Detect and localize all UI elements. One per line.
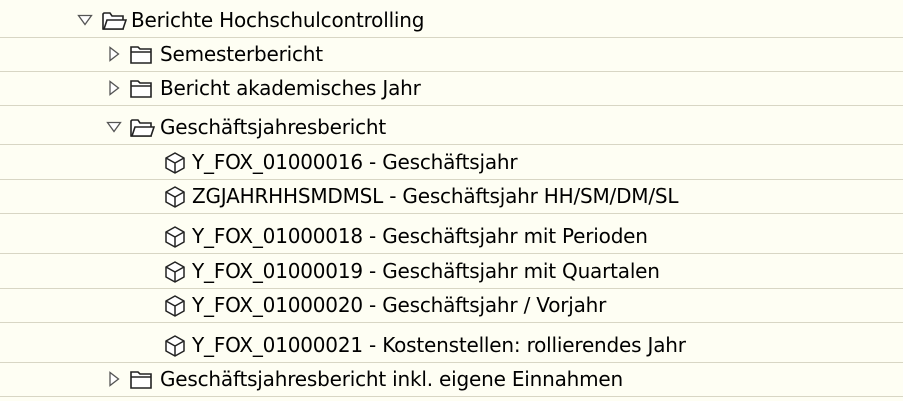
tree-node-bericht-akademisches-jahr[interactable]: Bericht akademisches Jahr <box>0 72 903 106</box>
tree-leaf-y-fox-01000020[interactable]: Y_FOX_01000020 - Geschäftsjahr / Vorjahr <box>0 289 903 323</box>
tree-leaf-label: Y_FOX_01000016 - Geschäftsjahr <box>192 150 518 174</box>
cube-icon <box>163 260 187 284</box>
collapsed-triangle-icon[interactable] <box>106 46 122 62</box>
tree-node-label: Semesterbericht <box>160 42 323 66</box>
tree-leaf-label: Y_FOX_01000019 - Geschäftsjahr mit Quart… <box>192 259 660 283</box>
tree-leaf-y-fox-01000019[interactable]: Y_FOX_01000019 - Geschäftsjahr mit Quart… <box>0 255 903 289</box>
tree-node-geschaeftsjahresbericht-inkl-einnahmen[interactable]: Geschäftsjahresbericht inkl. eigene Einn… <box>0 363 903 397</box>
folder-closed-icon <box>129 44 155 66</box>
report-tree: Berichte Hochschulcontrolling Semesterbe… <box>0 0 903 401</box>
cube-icon <box>163 225 187 249</box>
tree-node-label: Berichte Hochschulcontrolling <box>131 8 425 32</box>
folder-closed-icon <box>129 369 155 391</box>
collapsed-triangle-icon[interactable] <box>106 80 122 96</box>
cube-icon <box>163 294 187 318</box>
tree-leaf-zgjahrhhsmdmsl[interactable]: ZGJAHRHHSMDMSL - Geschäftsjahr HH/SM/DM/… <box>0 180 903 214</box>
tree-leaf-y-fox-01000021[interactable]: Y_FOX_01000021 - Kostenstellen: rolliere… <box>0 329 903 363</box>
cube-icon <box>163 151 187 175</box>
tree-leaf-label: Y_FOX_01000020 - Geschäftsjahr / Vorjahr <box>192 293 607 317</box>
cube-icon <box>163 334 187 358</box>
tree-node-label: Geschäftsjahresbericht <box>160 115 386 139</box>
expanded-triangle-icon[interactable] <box>106 119 122 135</box>
tree-leaf-y-fox-01000018[interactable]: Y_FOX_01000018 - Geschäftsjahr mit Perio… <box>0 220 903 254</box>
tree-leaf-label: Y_FOX_01000018 - Geschäftsjahr mit Perio… <box>192 224 648 248</box>
tree-node-semesterbericht[interactable]: Semesterbericht <box>0 38 903 72</box>
tree-node-root[interactable]: Berichte Hochschulcontrolling <box>0 4 903 38</box>
cube-icon <box>163 185 187 209</box>
folder-closed-icon <box>129 78 155 100</box>
folder-open-icon <box>129 117 155 139</box>
tree-node-label: Bericht akademisches Jahr <box>160 76 421 100</box>
tree-leaf-label: Y_FOX_01000021 - Kostenstellen: rolliere… <box>192 333 686 357</box>
tree-leaf-label: ZGJAHRHHSMDMSL - Geschäftsjahr HH/SM/DM/… <box>192 184 679 208</box>
tree-leaf-y-fox-01000016[interactable]: Y_FOX_01000016 - Geschäftsjahr <box>0 146 903 180</box>
expanded-triangle-icon[interactable] <box>77 12 93 28</box>
tree-node-label: Geschäftsjahresbericht inkl. eigene Einn… <box>160 367 623 391</box>
folder-open-icon <box>101 10 127 32</box>
collapsed-triangle-icon[interactable] <box>106 371 122 387</box>
tree-node-geschaeftsjahresbericht[interactable]: Geschäftsjahresbericht <box>0 111 903 145</box>
